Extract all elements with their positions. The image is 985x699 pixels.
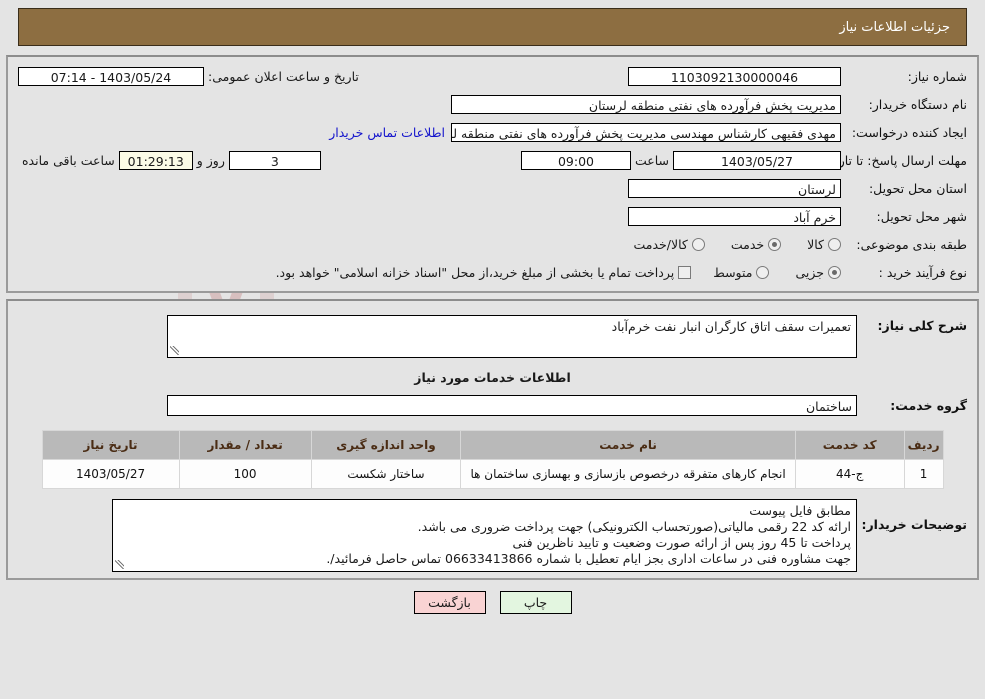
th-radif: ردیف (903, 430, 944, 460)
row-subject-class: طبقه بندی موضوعی: کالا خدمت کالا/خدمت (18, 231, 967, 257)
delivery-province-label: استان محل تحویل: (868, 180, 967, 196)
buyer-org-value: مدیریت پخش فرآورده های نفتی منطقه لرستان (451, 94, 841, 114)
table-row: 1 ج-44 انجام کارهای متفرقه درخصوص بازساز… (41, 459, 944, 489)
purchase-process-option-jozi[interactable]: جزیی (795, 265, 841, 280)
row-delivery-province: استان محل تحویل: لرستان (18, 175, 967, 201)
deadline-date-value: 1403/05/27 (673, 150, 841, 170)
treasury-bond-checkbox-item[interactable]: پرداخت تمام یا بخشی از مبلغ خرید،از محل … (276, 265, 692, 280)
services-table: ردیف کد خدمت نام خدمت واحد اندازه گیری ت… (41, 430, 944, 489)
th-service-name: نام خدمت (460, 430, 796, 460)
back-button[interactable]: بازگشت (413, 591, 486, 614)
th-need-date: تاریخ نیاز (41, 430, 180, 460)
general-description-textarea[interactable]: تعمیرات سقف اتاق کارگران انبار نفت خرم‌آ… (167, 315, 857, 358)
cell-service-code: ج-44 (794, 459, 905, 489)
footer-actions: چاپ بازگشت (0, 591, 985, 614)
delivery-province-value: لرستان (628, 178, 841, 198)
purchase-process-radio-group: جزیی متوسط (691, 265, 841, 280)
cell-unit: ساختار شکست (310, 459, 462, 489)
row-purchase-process: نوع فرآیند خرید : جزیی متوسط پرداخت تمام… (18, 259, 967, 285)
deadline-time-value: 09:00 (520, 150, 631, 170)
services-section-heading: اطلاعات خدمات مورد نیاز (414, 370, 571, 385)
cell-service-name: انجام کارهای متفرقه درخصوص بازسازی و بهس… (460, 459, 796, 489)
delivery-city-label: شهر محل تحویل: (876, 208, 967, 224)
announce-datetime-value: 1403/05/24 - 07:14 (18, 66, 204, 86)
checkbox-icon-treasury-bond[interactable] (678, 265, 692, 279)
radio-icon-kala[interactable] (828, 237, 841, 251)
need-summary-panel: شماره نیاز: 1103092130000046 تاریخ و ساع… (6, 55, 979, 293)
subject-class-radio-group: کالا خدمت کالا/خدمت (611, 237, 841, 252)
subject-class-option-kala-label: کالا (807, 236, 824, 252)
purchase-process-option-motevaset[interactable]: متوسط (713, 264, 770, 280)
deadline-countdown-suffix: ساعت باقی مانده (22, 152, 115, 168)
page-title: جزئیات اطلاعات نیاز (839, 19, 950, 35)
radio-icon-jozi[interactable] (828, 265, 841, 279)
th-service-code: کد خدمت (794, 430, 905, 460)
buyer-org-label: نام دستگاه خریدار: (868, 96, 967, 112)
treasury-bond-checkbox-text: پرداخت تمام یا بخشی از مبلغ خرید،از محل … (275, 264, 675, 280)
subject-class-option-kala[interactable]: کالا (807, 237, 841, 252)
deadline-time-label: ساعت (634, 152, 669, 168)
buyer-contact-link[interactable]: اطلاعات تماس خریدار (323, 125, 451, 140)
row-service-group: گروه خدمت: ساختمان (18, 395, 967, 416)
cell-quantity: 100 (178, 459, 312, 489)
services-table-body: 1 ج-44 انجام کارهای متفرقه درخصوص بازساز… (41, 459, 944, 489)
row-general-description: شرح کلی نیاز: تعمیرات سقف اتاق کارگران ا… (18, 315, 967, 358)
cell-radif: 1 (903, 459, 944, 489)
buyer-notes-label: توضیحات خریدار: (861, 517, 967, 532)
row-requester: ایجاد کننده درخواست: مهدی فقیهی کارشناس … (18, 119, 967, 145)
print-button[interactable]: چاپ (499, 591, 572, 614)
delivery-city-value: خرم آباد (628, 206, 841, 226)
row-need-number: شماره نیاز: 1103092130000046 تاریخ و ساع… (18, 63, 967, 89)
service-group-value: ساختمان (167, 395, 857, 416)
need-number-value: 1103092130000046 (628, 66, 841, 86)
row-deadline: مهلت ارسال پاسخ: تا تاریخ: 1403/05/27 سا… (18, 147, 967, 173)
subject-class-option-khedmat[interactable]: خدمت (730, 236, 782, 252)
page-root: جزئیات اطلاعات نیاز شماره نیاز: 11030921… (0, 8, 985, 614)
service-group-label: گروه خدمت: (890, 398, 967, 413)
radio-icon-khedmat[interactable] (768, 237, 782, 251)
subject-class-label: طبقه بندی موضوعی: (856, 236, 967, 252)
purchase-process-option-jozi-label: جزیی (795, 264, 824, 280)
buyer-notes-textarea[interactable]: مطابق فایل پیوست ارائه کد 22 رقمی مالیات… (112, 499, 857, 572)
deadline-label: مهلت ارسال پاسخ: تا تاریخ: (822, 152, 967, 168)
deadline-days-value: 3 (228, 150, 321, 170)
requester-label: ایجاد کننده درخواست: (851, 124, 967, 140)
services-table-head: ردیف کد خدمت نام خدمت واحد اندازه گیری ت… (41, 430, 944, 460)
th-unit: واحد اندازه گیری (310, 430, 462, 460)
row-delivery-city: شهر محل تحویل: خرم آباد (18, 203, 967, 229)
table-header-row: ردیف کد خدمت نام خدمت واحد اندازه گیری ت… (41, 430, 944, 460)
purchase-process-option-motevaset-label: متوسط (713, 264, 753, 280)
page-title-bar: جزئیات اطلاعات نیاز (18, 8, 967, 46)
need-number-label: شماره نیاز: (907, 68, 967, 84)
deadline-days-label: روز و (196, 152, 225, 168)
radio-icon-kala-khedmat[interactable] (691, 237, 705, 251)
deadline-countdown-value: 01:29:13 (118, 150, 193, 170)
subject-class-option-kala-khedmat[interactable]: کالا/خدمت (633, 236, 705, 252)
general-description-label: شرح کلی نیاز: (877, 318, 967, 333)
purchase-process-label: نوع فرآیند خرید : (878, 264, 967, 280)
radio-icon-motevaset[interactable] (756, 265, 770, 279)
th-quantity: تعداد / مقدار (178, 430, 312, 460)
subject-class-option-khedmat-label: خدمت (730, 236, 765, 252)
need-details-panel: شرح کلی نیاز: تعمیرات سقف اتاق کارگران ا… (6, 299, 979, 580)
announce-datetime-label: تاریخ و ساعت اعلان عمومی: (208, 68, 359, 84)
requester-value: مهدی فقیهی کارشناس مهندسی مدیریت پخش فرآ… (451, 122, 841, 142)
row-buyer-notes: توضیحات خریدار: مطابق فایل پیوست ارائه ک… (18, 499, 967, 572)
row-buyer-org: نام دستگاه خریدار: مدیریت پخش فرآورده ها… (18, 91, 967, 117)
subject-class-option-kala-khedmat-label: کالا/خدمت (633, 236, 688, 252)
cell-need-date: 1403/05/27 (41, 459, 180, 489)
